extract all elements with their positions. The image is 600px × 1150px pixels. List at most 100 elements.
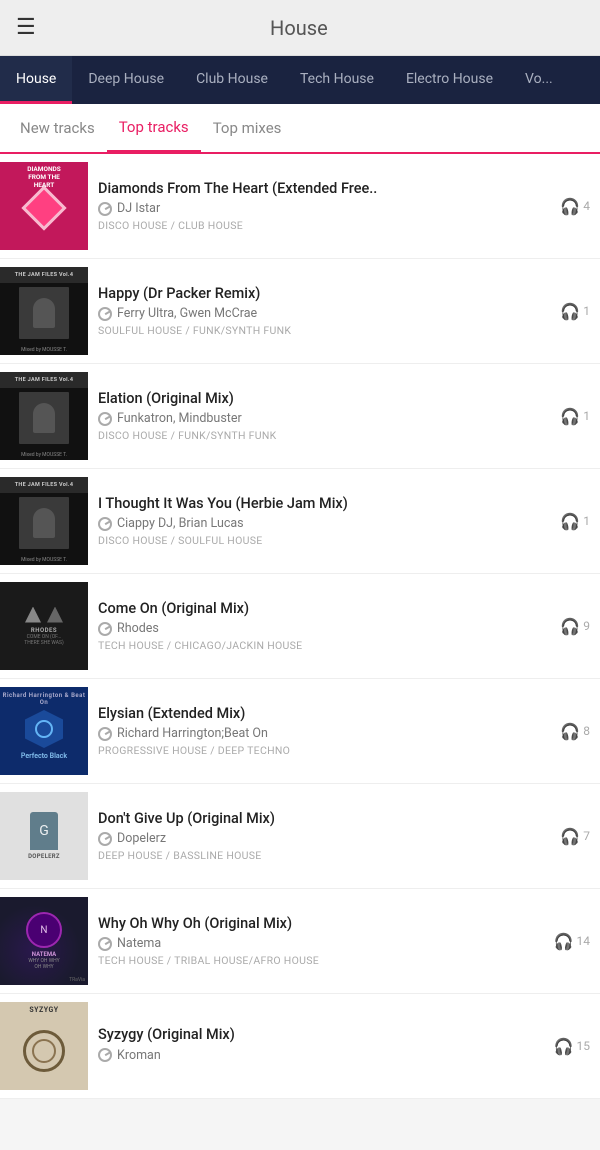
headphones-icon: 🎧 — [560, 827, 580, 846]
track-thumbnail: SYZYGY — [0, 1002, 88, 1090]
track-title: Why Oh Why Oh (Original Mix) — [98, 915, 542, 934]
play-count: 4 — [583, 199, 590, 213]
sub-tab-new-tracks[interactable]: New tracks — [8, 104, 107, 152]
track-title: Diamonds From The Heart (Extended Free.. — [98, 180, 542, 199]
track-title: Come On (Original Mix) — [98, 600, 542, 619]
track-info: Happy (Dr Packer Remix) Ferry Ultra, Gwe… — [98, 267, 546, 355]
bpm-icon — [98, 727, 112, 741]
headphones-icon: 🎧 — [560, 197, 580, 216]
track-meta: 🎧 8 — [546, 687, 590, 775]
track-info: I Thought It Was You (Herbie Jam Mix) Ci… — [98, 477, 546, 565]
track-info: Elation (Original Mix) Funkatron, Mindbu… — [98, 372, 546, 460]
genre-tab-tech-house[interactable]: Tech House — [284, 56, 390, 104]
track-artist: Natema — [117, 936, 161, 951]
track-thumbnail: Richard Harrington & Beat On Perfecto Bl… — [0, 687, 88, 775]
track-genre: TECH HOUSE / CHICAGO/JACKIN HOUSE — [98, 639, 542, 652]
play-count: 1 — [583, 409, 590, 423]
app-header: ☰ House — [0, 0, 600, 56]
track-title: Syzygy (Original Mix) — [98, 1026, 542, 1045]
headphones-icon: 🎧 — [560, 302, 580, 321]
genre-tabs: House Deep House Club House Tech House E… — [0, 56, 600, 104]
track-artist: Rhodes — [117, 621, 159, 636]
track-genre: PROGRESSIVE HOUSE / DEEP TECHNO — [98, 744, 542, 757]
track-artist: Ferry Ultra, Gwen McCrae — [117, 306, 257, 321]
track-meta: 🎧 15 — [546, 1002, 590, 1090]
track-info: Syzygy (Original Mix) Kroman — [98, 1002, 546, 1090]
bpm-icon — [98, 832, 112, 846]
track-artist: Richard Harrington;Beat On — [117, 726, 268, 741]
sub-tabs: New tracks Top tracks Top mixes — [0, 104, 600, 154]
menu-icon[interactable]: ☰ — [16, 17, 36, 39]
bpm-icon — [98, 517, 112, 531]
track-info: Why Oh Why Oh (Original Mix) Natema TECH… — [98, 897, 546, 985]
bpm-icon — [98, 1048, 112, 1062]
track-genre: DISCO HOUSE / FUNK/SYNTH FUNK — [98, 429, 542, 442]
track-title: Elysian (Extended Mix) — [98, 705, 542, 724]
genre-tab-electro-house[interactable]: Electro House — [390, 56, 509, 104]
track-item[interactable]: SYZYGY Syzygy (Original Mix) Kroman 🎧 15 — [0, 994, 600, 1099]
track-item[interactable]: THE JAM FILES Vol.4 Mixed by MOUSSE T. H… — [0, 259, 600, 364]
track-artist: Funkatron, Mindbuster — [117, 411, 242, 426]
track-thumbnail: N NATEMA WHY OH WHYOH WHY TRaVia — [0, 897, 88, 985]
track-list: DIAMONDSFROM THEHEART Diamonds From The … — [0, 154, 600, 1099]
genre-tab-deep-house[interactable]: Deep House — [72, 56, 180, 104]
track-artist: Dopelerz — [117, 831, 166, 846]
track-item[interactable]: RHODES COME ON (OF...THERE SHE WAS) Come… — [0, 574, 600, 679]
play-count: 8 — [583, 724, 590, 738]
track-meta: 🎧 4 — [546, 162, 590, 250]
track-thumbnail: G DOPELERZ — [0, 792, 88, 880]
play-count: 9 — [583, 619, 590, 633]
bpm-icon — [98, 307, 112, 321]
headphones-icon: 🎧 — [560, 617, 580, 636]
track-meta: 🎧 9 — [546, 582, 590, 670]
track-item[interactable]: THE JAM FILES Vol.4 Mixed by MOUSSE T. I… — [0, 469, 600, 574]
sub-tab-top-tracks[interactable]: Top tracks — [107, 104, 201, 152]
headphones-icon: 🎧 — [560, 512, 580, 531]
track-item[interactable]: G DOPELERZ Don't Give Up (Original Mix) … — [0, 784, 600, 889]
headphones-icon: 🎧 — [560, 407, 580, 426]
track-title: Don't Give Up (Original Mix) — [98, 810, 542, 829]
sub-tab-top-mixes[interactable]: Top mixes — [201, 104, 294, 152]
track-artist: Ciappy DJ, Brian Lucas — [117, 516, 244, 531]
track-thumbnail: RHODES COME ON (OF...THERE SHE WAS) — [0, 582, 88, 670]
track-item[interactable]: Richard Harrington & Beat On Perfecto Bl… — [0, 679, 600, 784]
bpm-icon — [98, 937, 112, 951]
track-genre: DISCO HOUSE / CLUB HOUSE — [98, 219, 542, 232]
track-thumbnail: THE JAM FILES Vol.4 Mixed by MOUSSE T. — [0, 372, 88, 460]
headphones-icon: 🎧 — [560, 722, 580, 741]
play-count: 14 — [577, 934, 591, 948]
bpm-icon — [98, 202, 112, 216]
track-thumbnail: THE JAM FILES Vol.4 Mixed by MOUSSE T. — [0, 477, 88, 565]
track-artist: DJ Istar — [117, 201, 160, 216]
track-thumbnail: THE JAM FILES Vol.4 Mixed by MOUSSE T. — [0, 267, 88, 355]
track-info: Diamonds From The Heart (Extended Free..… — [98, 162, 546, 250]
track-item[interactable]: THE JAM FILES Vol.4 Mixed by MOUSSE T. E… — [0, 364, 600, 469]
track-title: I Thought It Was You (Herbie Jam Mix) — [98, 495, 542, 514]
track-meta: 🎧 1 — [546, 477, 590, 565]
track-thumbnail: DIAMONDSFROM THEHEART — [0, 162, 88, 250]
track-info: Don't Give Up (Original Mix) Dopelerz DE… — [98, 792, 546, 880]
track-item[interactable]: DIAMONDSFROM THEHEART Diamonds From The … — [0, 154, 600, 259]
track-title: Happy (Dr Packer Remix) — [98, 285, 542, 304]
track-info: Elysian (Extended Mix) Richard Harringto… — [98, 687, 546, 775]
track-genre: DEEP HOUSE / BASSLINE HOUSE — [98, 849, 542, 862]
play-count: 1 — [583, 304, 590, 318]
play-count: 1 — [583, 514, 590, 528]
page-title: House — [52, 16, 546, 40]
track-genre: SOULFUL HOUSE / FUNK/SYNTH FUNK — [98, 324, 542, 337]
track-artist: Kroman — [117, 1048, 161, 1063]
genre-tab-house[interactable]: House — [0, 56, 72, 104]
play-count: 15 — [577, 1039, 591, 1053]
headphones-icon: 🎧 — [554, 932, 574, 951]
track-info: Come On (Original Mix) Rhodes TECH HOUSE… — [98, 582, 546, 670]
track-genre: DISCO HOUSE / SOULFUL HOUSE — [98, 534, 542, 547]
genre-tab-vocal[interactable]: Vo... — [509, 56, 569, 104]
genre-tab-club-house[interactable]: Club House — [180, 56, 284, 104]
play-count: 7 — [583, 829, 590, 843]
track-meta: 🎧 7 — [546, 792, 590, 880]
track-meta: 🎧 1 — [546, 267, 590, 355]
bpm-icon — [98, 622, 112, 636]
track-item[interactable]: N NATEMA WHY OH WHYOH WHY TRaVia Why Oh … — [0, 889, 600, 994]
headphones-icon: 🎧 — [554, 1037, 574, 1056]
track-title: Elation (Original Mix) — [98, 390, 542, 409]
